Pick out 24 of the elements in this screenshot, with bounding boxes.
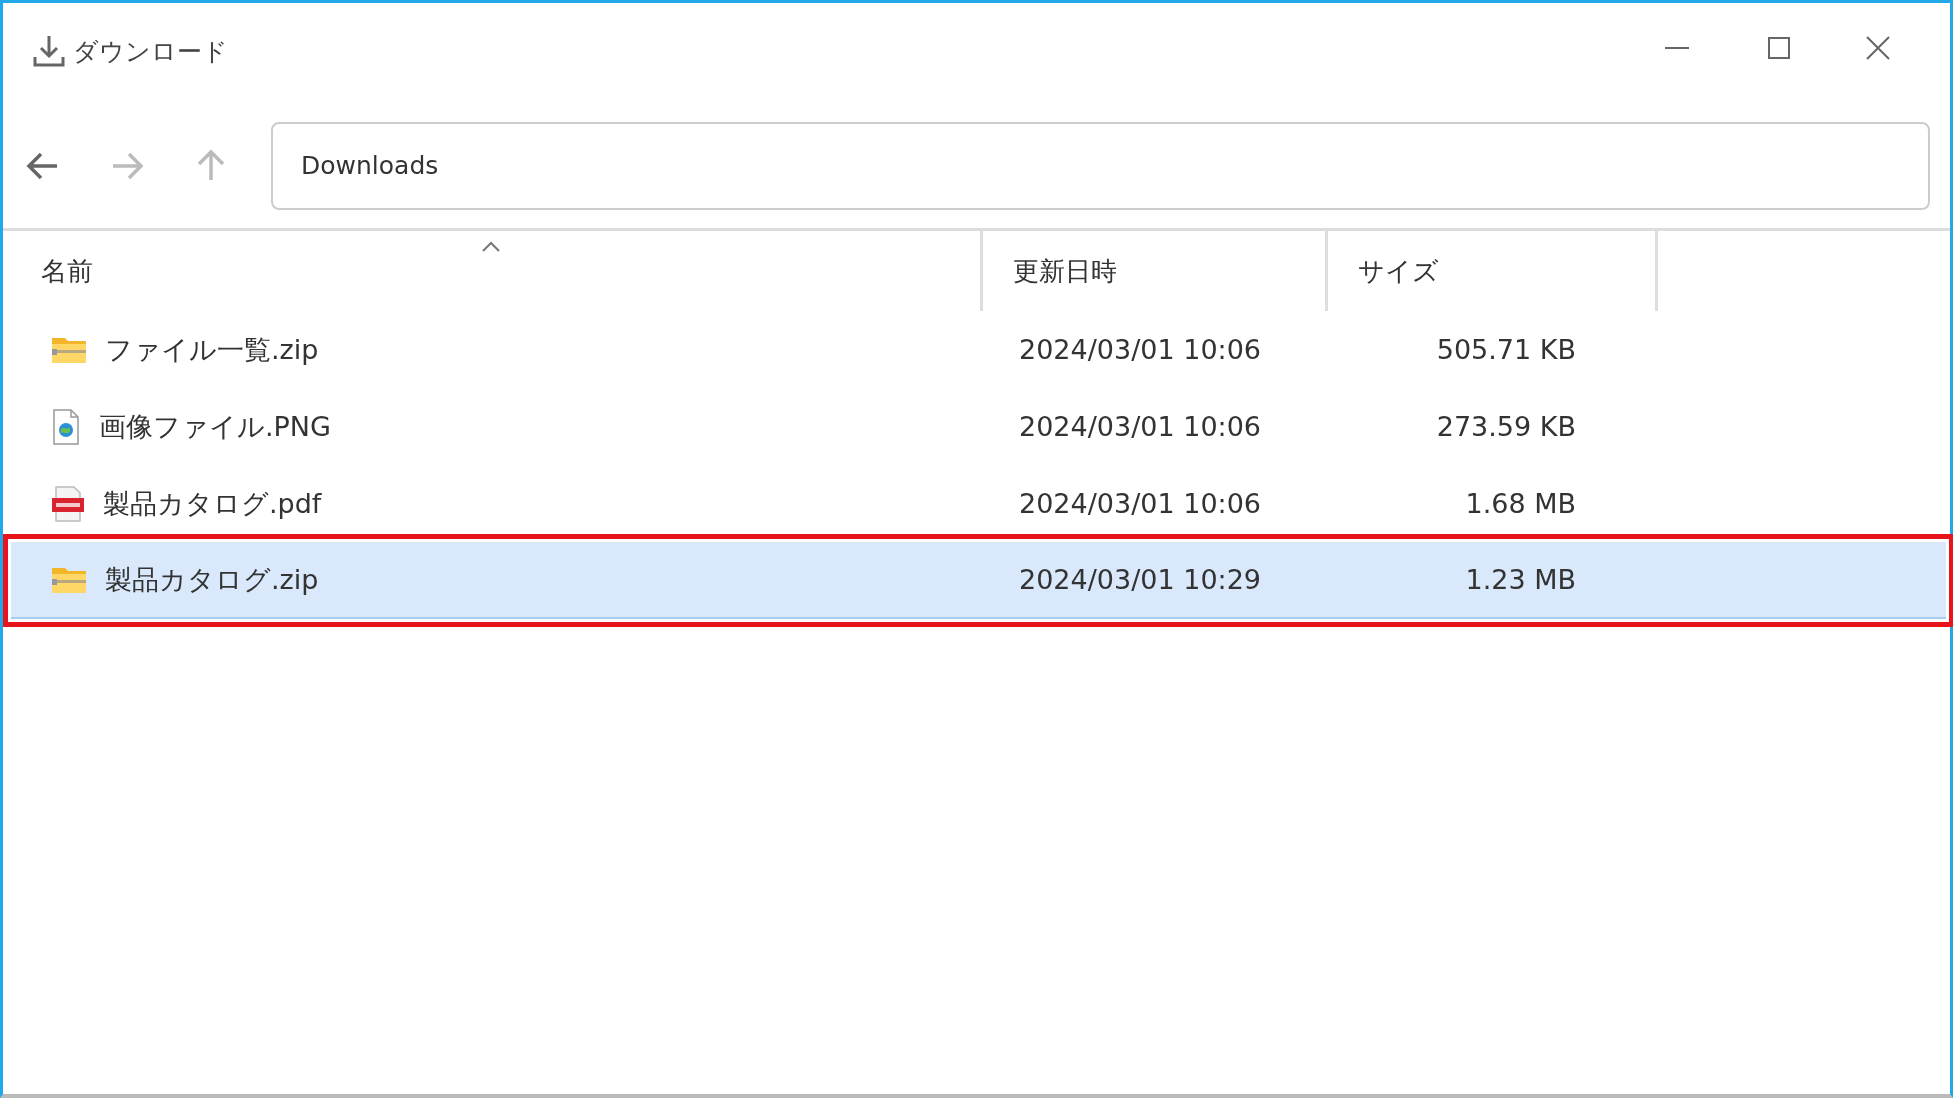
- file-row[interactable]: 画像ファイル.PNG 2024/03/01 10:06 273.59 KB: [11, 388, 1946, 465]
- minimize-icon[interactable]: [1662, 46, 1692, 50]
- file-name: 製品カタログ.pdf: [103, 486, 322, 521]
- modified-date: 2024/03/01 10:29: [1018, 564, 1262, 595]
- file-size: 1.68 MB: [1464, 488, 1577, 519]
- file-size: 505.71 KB: [1435, 334, 1577, 365]
- file-size: 273.59 KB: [1435, 411, 1577, 442]
- file-row[interactable]: ファイル一覧.zip 2024/03/01 10:06 505.71 KB: [11, 311, 1946, 388]
- column-header[interactable]: 名前: [11, 231, 983, 311]
- download-icon: [31, 33, 67, 69]
- close-icon[interactable]: [1866, 36, 1890, 60]
- file-name: ファイル一覧.zip: [105, 332, 319, 367]
- file-name: 製品カタログ.zip: [105, 562, 319, 597]
- address-field[interactable]: Downloads: [271, 121, 1930, 210]
- column-header[interactable]: サイズ: [1328, 231, 1658, 311]
- modified-date: 2024/03/01 10:06: [1018, 411, 1262, 442]
- modified-date: 2024/03/01 10:06: [1018, 488, 1262, 519]
- modified-date: 2024/03/01 10:06: [1018, 334, 1262, 365]
- window-title: ダウンロード: [73, 35, 228, 68]
- column-header[interactable]: 更新日時: [983, 231, 1328, 311]
- file-row[interactable]: 製品カタログ.pdf 2024/03/01 10:06 1.68 MB: [11, 465, 1946, 542]
- maximize-icon[interactable]: [1768, 37, 1790, 59]
- file-name: 画像ファイル.PNG: [99, 409, 331, 444]
- file-size: 1.23 MB: [1464, 564, 1577, 595]
